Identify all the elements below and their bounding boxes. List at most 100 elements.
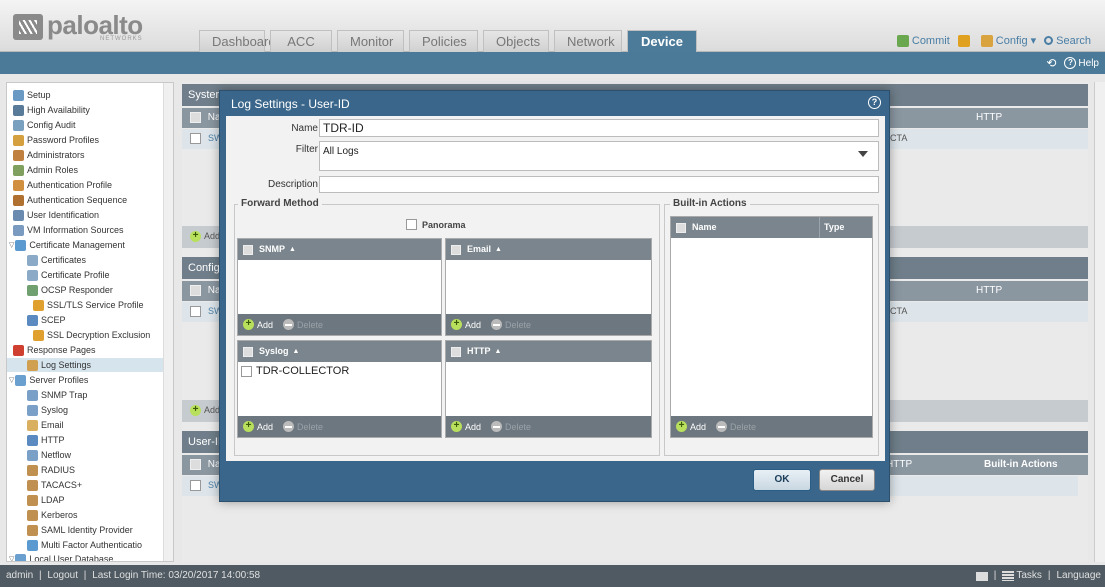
tab-network[interactable]: Network [554, 30, 622, 52]
sidebar-item-certificate-profile[interactable]: Certificate Profile [27, 268, 110, 282]
builtin-delete-button[interactable]: Delete [730, 422, 756, 432]
messages-icon[interactable] [975, 572, 988, 581]
sidebar-item-authentication-sequence[interactable]: Authentication Sequence [13, 193, 127, 207]
syslog-delete-button[interactable]: Delete [297, 422, 323, 432]
tab-acc[interactable]: ACC [270, 30, 332, 52]
commit-button[interactable]: Commit [896, 34, 950, 47]
sidebar-item-radius[interactable]: RADIUS [27, 463, 75, 477]
list-item[interactable]: TDR-COLLECTOR [241, 365, 349, 377]
add-icon[interactable]: + [243, 319, 254, 330]
sidebar-scrollbar[interactable] [163, 83, 173, 561]
name-input[interactable]: TDR-ID [319, 119, 879, 137]
sidebar-item-authentication-profile[interactable]: Authentication Profile [13, 178, 112, 192]
ok-button[interactable]: OK [753, 469, 811, 491]
add-icon[interactable]: + [676, 421, 687, 432]
syslog-select-all-checkbox[interactable] [243, 346, 253, 357]
sidebar-item-vm-information-sources[interactable]: VM Information Sources [13, 223, 124, 237]
tab-device[interactable]: Device [627, 30, 697, 52]
add-icon[interactable]: + [190, 231, 201, 242]
sidebar-item-certificates[interactable]: Certificates [27, 253, 86, 267]
tab-objects[interactable]: Objects [483, 30, 549, 52]
email-delete-button[interactable]: Delete [505, 320, 531, 330]
syslog-add-button[interactable]: Add [257, 422, 273, 432]
logout-link[interactable]: Logout [47, 570, 78, 581]
syslog-column-header[interactable]: Syslog [259, 341, 289, 362]
sidebar-item-local-user-database[interactable]: ▽ Local User Database [9, 552, 113, 561]
sidebar-item-ldap[interactable]: LDAP [27, 493, 65, 507]
http-add-button[interactable]: Add [465, 422, 481, 432]
add-link[interactable]: Add [204, 231, 220, 241]
http-select-all-checkbox[interactable] [451, 346, 461, 357]
sidebar-item-kerberos[interactable]: Kerberos [27, 508, 78, 522]
add-icon[interactable]: + [451, 421, 462, 432]
filter-select[interactable]: All Logs [319, 141, 879, 171]
sidebar-item-ssl-tls-service-profile[interactable]: SSL/TLS Service Profile [33, 298, 144, 312]
sidebar-item-setup[interactable]: Setup [13, 88, 51, 102]
sidebar-item-high-availability[interactable]: High Availability [13, 103, 90, 117]
description-input[interactable] [319, 176, 879, 193]
lock-button[interactable] [957, 34, 973, 47]
email-add-button[interactable]: Add [465, 320, 481, 330]
sidebar-item-response-pages[interactable]: Response Pages [13, 343, 96, 357]
language-link[interactable]: Language [1057, 565, 1102, 587]
add-icon[interactable]: + [190, 405, 201, 416]
syslog-item-name[interactable]: TDR-COLLECTOR [256, 365, 349, 377]
sidebar-item-ocsp-responder[interactable]: OCSP Responder [27, 283, 113, 297]
add-link[interactable]: Add [204, 405, 220, 415]
snmp-select-all-checkbox[interactable] [243, 244, 253, 255]
sidebar-item-email[interactable]: Email [27, 418, 64, 432]
add-icon[interactable]: + [243, 421, 254, 432]
sidebar-item-administrators[interactable]: Administrators [13, 148, 85, 162]
refresh-icon[interactable]: ⟲ [1046, 56, 1056, 70]
builtin-add-button[interactable]: Add [690, 422, 706, 432]
sidebar-item-tacacs[interactable]: TACACS+ [27, 478, 82, 492]
help-icon[interactable]: ? [1064, 57, 1077, 69]
builtin-type-column[interactable]: Type [819, 217, 844, 238]
collapse-icon[interactable]: ▽ [9, 555, 14, 561]
snmp-add-button[interactable]: Add [257, 320, 273, 330]
tasks-link[interactable]: Tasks [1016, 565, 1042, 587]
snmp-column-header[interactable]: SNMP [259, 239, 285, 260]
sidebar-item-snmp-trap[interactable]: SNMP Trap [27, 388, 87, 402]
tab-policies[interactable]: Policies [409, 30, 478, 52]
collapse-icon[interactable]: ▽ [9, 241, 14, 249]
cancel-button[interactable]: Cancel [819, 469, 875, 491]
sidebar-item-ssl-decryption-exclusion[interactable]: SSL Decryption Exclusion [33, 328, 150, 342]
sidebar-item-user-identification[interactable]: User Identification [13, 208, 99, 222]
sidebar-item-netflow[interactable]: Netflow [27, 448, 71, 462]
snmp-delete-button[interactable]: Delete [297, 320, 323, 330]
row-checkbox[interactable] [190, 133, 201, 144]
sidebar-item-http[interactable]: HTTP [27, 433, 65, 447]
builtin-select-all-checkbox[interactable] [676, 222, 686, 233]
sidebar-item-password-profiles[interactable]: Password Profiles [13, 133, 99, 147]
row-checkbox[interactable] [190, 306, 201, 317]
search-button[interactable]: Search [1044, 34, 1091, 47]
tab-dashboard[interactable]: Dashboard [199, 30, 276, 52]
http-delete-button[interactable]: Delete [505, 422, 531, 432]
row-checkbox[interactable] [190, 480, 201, 491]
http-column-header[interactable]: HTTP [467, 341, 491, 362]
sidebar-item-certificate-management[interactable]: ▽ Certificate Management [9, 238, 125, 252]
help-icon[interactable]: ? [868, 96, 881, 109]
sidebar-item-config-audit[interactable]: Config Audit [13, 118, 76, 132]
sidebar-item-syslog[interactable]: Syslog [27, 403, 68, 417]
main-scrollbar[interactable] [1094, 82, 1105, 562]
select-all-checkbox[interactable] [190, 111, 201, 123]
email-column-header[interactable]: Email [467, 239, 491, 260]
config-menu[interactable]: Config ▾ [980, 34, 1036, 47]
add-icon[interactable]: + [451, 319, 462, 330]
tab-monitor[interactable]: Monitor [337, 30, 404, 52]
panorama-checkbox[interactable] [406, 219, 417, 230]
sidebar-item-multi-factor-authentication[interactable]: Multi Factor Authenticatio [27, 538, 142, 552]
help-link[interactable]: Help [1078, 58, 1099, 69]
sidebar-item-saml-identity-provider[interactable]: SAML Identity Provider [27, 523, 133, 537]
builtin-name-column[interactable]: Name [692, 217, 717, 238]
syslog-item-checkbox[interactable] [241, 365, 252, 377]
select-all-checkbox[interactable] [190, 284, 201, 296]
sidebar-item-admin-roles[interactable]: Admin Roles [13, 163, 78, 177]
sidebar-item-scep[interactable]: SCEP [27, 313, 66, 327]
sidebar-item-log-settings[interactable]: Log Settings [7, 358, 165, 372]
collapse-icon[interactable]: ▽ [9, 376, 14, 384]
select-all-checkbox[interactable] [190, 458, 201, 470]
email-select-all-checkbox[interactable] [451, 244, 461, 255]
